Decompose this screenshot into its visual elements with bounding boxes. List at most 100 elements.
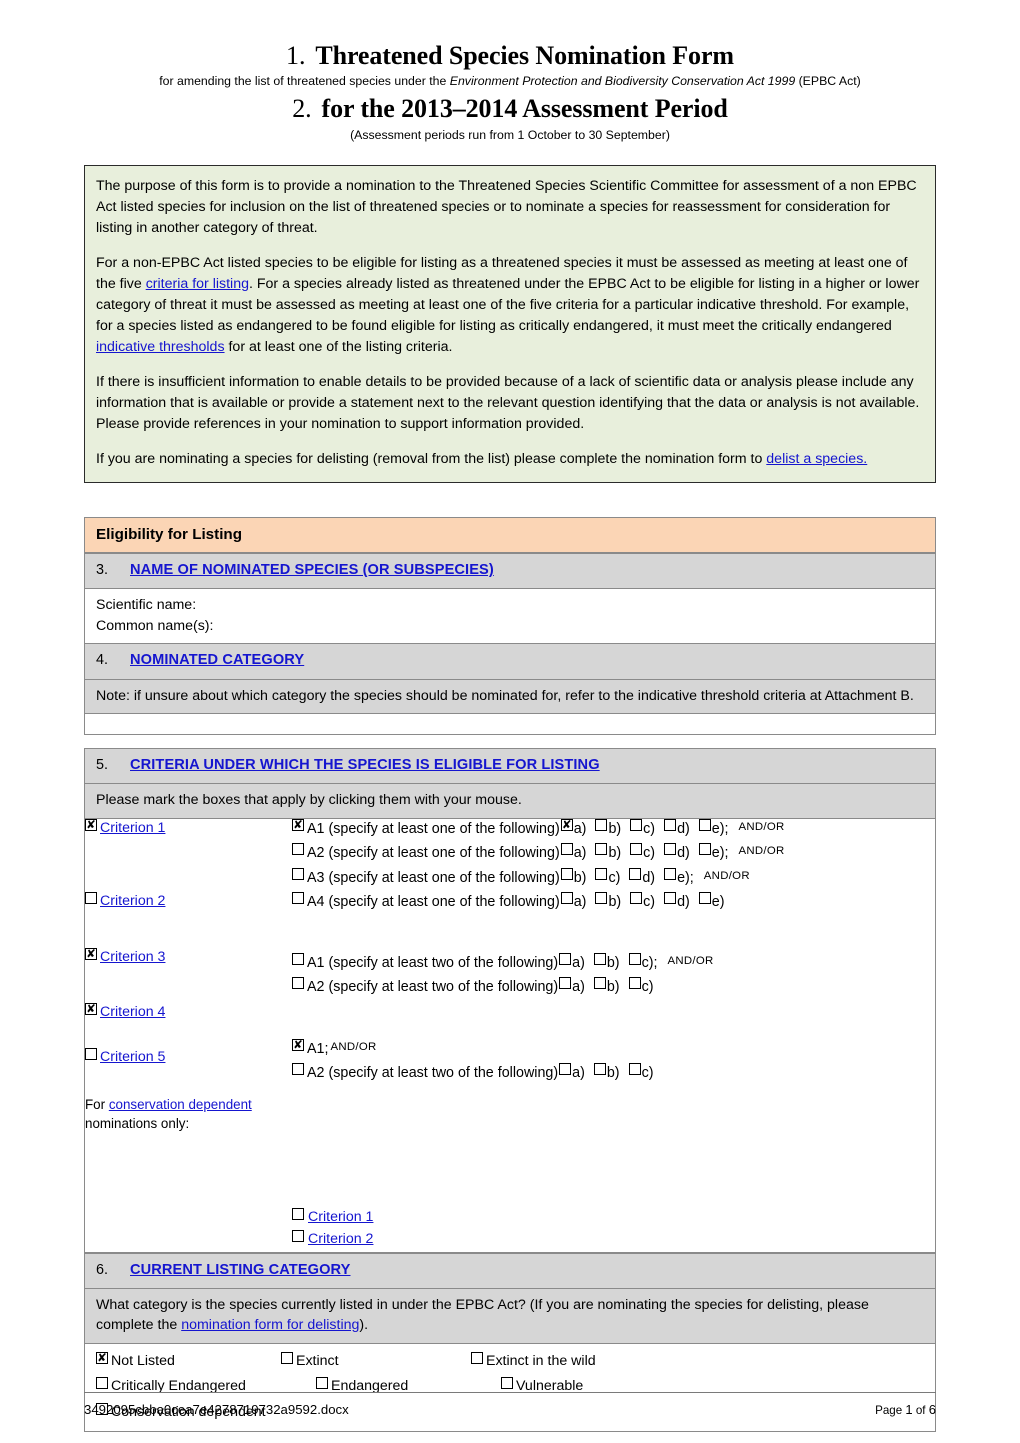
scientific-name-field[interactable]: Scientific name: — [96, 595, 924, 616]
section-5-heading-link[interactable]: CRITERIA UNDER WHICH THE SPECIES IS ELIG… — [130, 757, 600, 773]
criterion-1-a2-option-d[interactable]: d) — [664, 843, 690, 863]
category-critically-endangered-checkbox[interactable] — [96, 1377, 108, 1390]
criterion-1-a2-checkbox[interactable] — [292, 843, 304, 856]
criterion-1-a1-option-c[interactable]: c) — [630, 818, 655, 839]
criterion-2-a1-option-b[interactable]: b) — [593, 953, 620, 973]
criterion-1-a4-option-a[interactable]: a) — [560, 891, 586, 912]
criterion-2-row-a2[interactable]: A2 (specify at least two of the followin… — [292, 977, 935, 997]
criterion-2-a1-option-c[interactable]: c); — [628, 953, 657, 973]
category-extinct-in-the-wild[interactable]: Extinct in the wild — [471, 1349, 711, 1374]
checkbox[interactable] — [560, 818, 573, 831]
checkbox[interactable] — [664, 818, 677, 831]
checkbox[interactable] — [698, 818, 711, 831]
criterion-1-a4-option-c[interactable]: c) — [630, 891, 655, 912]
checkbox[interactable] — [560, 843, 573, 856]
criterion-1-a3-option-b[interactable]: b) — [560, 867, 586, 888]
criterion-3-a2-option-b[interactable]: b) — [593, 1063, 620, 1083]
section-4-heading-link[interactable]: NOMINATED CATEGORY — [130, 652, 304, 668]
checkbox[interactable] — [664, 843, 677, 856]
cd-criterion-2-label[interactable]: Criterion 2 — [308, 1230, 373, 1250]
checkbox[interactable] — [559, 977, 572, 990]
criterion-1-checkbox[interactable] — [85, 818, 97, 831]
checkbox[interactable] — [595, 843, 608, 856]
criterion-1-a2-option-b[interactable]: b) — [595, 843, 621, 863]
criterion-1-row-a3[interactable]: A3 (specify at least one of the followin… — [292, 867, 935, 888]
checkbox[interactable] — [595, 867, 608, 880]
criterion-1-a1-option-a[interactable]: a) — [560, 818, 586, 839]
section-3-fields-cell[interactable]: Scientific name: Common name(s): — [84, 588, 936, 645]
criterion-2-a1-checkbox[interactable] — [292, 953, 304, 966]
criterion-5-label[interactable]: Criterion 5 — [100, 1048, 165, 1066]
criterion-5-toggle[interactable]: Criterion 5 — [85, 1047, 292, 1066]
checkbox[interactable] — [628, 1063, 641, 1076]
category-endangered-checkbox[interactable] — [316, 1377, 328, 1390]
checkbox[interactable] — [664, 891, 677, 904]
category-not-listed[interactable]: Not Listed — [96, 1349, 281, 1374]
criterion-1-a4-option-d[interactable]: d) — [664, 891, 690, 912]
indicative-thresholds-link[interactable]: indicative thresholds — [96, 339, 225, 355]
criterion-1-a2-option-c[interactable]: c) — [630, 843, 655, 863]
criterion-1-a4-option-b[interactable]: b) — [595, 891, 621, 912]
section-6-heading-link[interactable]: CURRENT LISTING CATEGORY — [130, 1262, 351, 1278]
checkbox[interactable] — [560, 867, 573, 880]
criterion-4-label[interactable]: Criterion 4 — [100, 1003, 165, 1021]
cd-criterion-1-checkbox[interactable] — [292, 1208, 304, 1221]
criterion-1-a2-option-a[interactable]: a) — [560, 843, 586, 863]
criterion-3-a2-checkbox[interactable] — [292, 1063, 304, 1076]
criterion-1-a1-option-d[interactable]: d) — [664, 818, 690, 839]
category-extinct-in-the-wild-checkbox[interactable] — [471, 1351, 483, 1364]
criterion-1-label[interactable]: Criterion 1 — [100, 819, 165, 837]
conservation-dependent-criterion-2[interactable]: Criterion 2 — [292, 1229, 935, 1250]
criterion-3-a1-checkbox[interactable] — [292, 1038, 304, 1051]
criterion-4-checkbox[interactable] — [85, 1003, 97, 1016]
criterion-1-a4-checkbox[interactable] — [292, 891, 304, 904]
cd-criterion-1-label[interactable]: Criterion 1 — [308, 1208, 373, 1228]
checkbox[interactable] — [593, 953, 606, 966]
section-3-heading-link[interactable]: NAME OF NOMINATED SPECIES (OR SUBSPECIES… — [130, 562, 494, 578]
criterion-3-checkbox[interactable] — [85, 947, 97, 960]
category-vulnerable-checkbox[interactable] — [501, 1377, 513, 1390]
checkbox[interactable] — [628, 977, 641, 990]
checkbox[interactable] — [629, 867, 642, 880]
criterion-1-row-a2[interactable]: A2 (specify at least one of the followin… — [292, 843, 935, 863]
criterion-2-row-a1[interactable]: A1 (specify at least two of the followin… — [292, 953, 935, 973]
category-not-listed-checkbox[interactable] — [96, 1351, 108, 1364]
common-name-field[interactable]: Common name(s): — [96, 616, 924, 637]
criterion-3-a2-option-a[interactable]: a) — [559, 1063, 585, 1083]
criterion-3-toggle[interactable]: Criterion 3 — [85, 947, 292, 966]
criterion-1-a3-option-e[interactable]: e); — [664, 867, 694, 888]
delist-a-species-link[interactable]: delist a species. — [766, 451, 867, 467]
category-extinct-checkbox[interactable] — [281, 1351, 293, 1364]
criterion-3-a2-option-c[interactable]: c) — [628, 1063, 653, 1083]
checkbox[interactable] — [595, 818, 608, 831]
checkbox[interactable] — [593, 977, 606, 990]
checkbox[interactable] — [664, 867, 677, 880]
checkbox[interactable] — [698, 843, 711, 856]
criterion-1-a3-option-c[interactable]: c) — [595, 867, 620, 888]
criterion-3-row-a1[interactable]: A1; AND/OR — [292, 1038, 935, 1059]
criterion-2-a1-option-a[interactable]: a) — [559, 953, 585, 973]
criterion-4-toggle[interactable]: Criterion 4 — [85, 1003, 292, 1021]
criterion-1-a4-option-e[interactable]: e) — [698, 891, 725, 912]
checkbox[interactable] — [559, 953, 572, 966]
checkbox[interactable] — [593, 1063, 606, 1076]
cd-criterion-2-checkbox[interactable] — [292, 1229, 304, 1242]
criterion-1-a3-option-d[interactable]: d) — [629, 867, 655, 888]
criterion-2-a2-option-a[interactable]: a) — [559, 977, 585, 997]
checkbox[interactable] — [628, 953, 641, 966]
criterion-1-a3-checkbox[interactable] — [292, 867, 304, 880]
criterion-2-toggle[interactable]: Criterion 2 — [85, 892, 292, 910]
checkbox[interactable] — [630, 818, 643, 831]
criterion-2-a2-checkbox[interactable] — [292, 977, 304, 990]
criterion-1-a1-option-e[interactable]: e); — [698, 818, 728, 839]
nomination-form-for-delisting-link[interactable]: nomination form for delisting — [181, 1317, 359, 1333]
checkbox[interactable] — [559, 1063, 572, 1076]
criterion-2-label[interactable]: Criterion 2 — [100, 892, 165, 910]
criterion-2-a2-option-c[interactable]: c) — [628, 977, 653, 997]
criterion-5-checkbox[interactable] — [85, 1047, 97, 1060]
criterion-1-row-a1[interactable]: A1 (specify at least one of the followin… — [292, 818, 935, 839]
category-extinct[interactable]: Extinct — [281, 1349, 471, 1374]
conservation-dependent-criterion-1[interactable]: Criterion 1 — [292, 1208, 935, 1228]
checkbox[interactable] — [630, 891, 643, 904]
criterion-1-a2-option-e[interactable]: e); — [698, 843, 728, 863]
